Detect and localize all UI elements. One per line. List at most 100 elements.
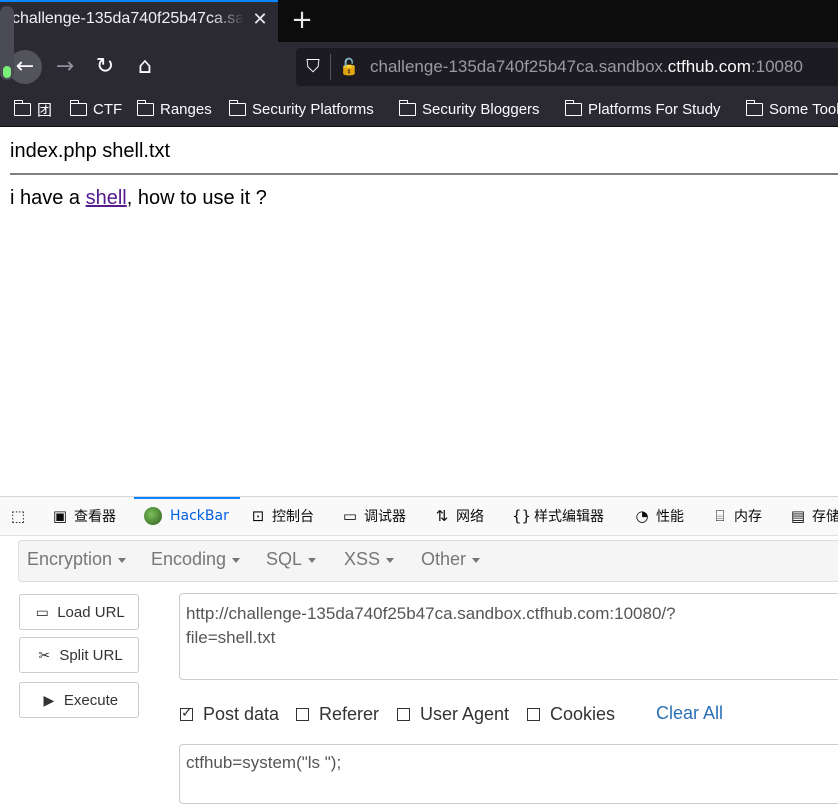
bookmark-folder-1[interactable]: 团 — [13, 99, 53, 119]
message-text-end: , how to use it ? — [126, 187, 267, 209]
url-prefix: challenge-135da740f25b47ca.sandbox. — [370, 57, 668, 76]
bookmark-folder-ctf[interactable]: CTF — [69, 99, 123, 119]
menu-label: Other — [421, 549, 467, 569]
execute-button[interactable]: ▶ Execute — [19, 682, 139, 718]
tab-performance[interactable]: ◔ 性能 — [634, 505, 684, 527]
tab-memory[interactable]: ⌸ 内存 — [712, 505, 762, 527]
cursor-picker-icon: ⬚ — [10, 507, 26, 525]
console-icon: ⊡ — [251, 507, 265, 525]
reload-button[interactable]: ↻ — [88, 50, 122, 84]
button-label: Execute — [63, 691, 119, 709]
element-picker-button[interactable]: ⬚ — [10, 505, 32, 527]
button-label: Split URL — [59, 646, 123, 664]
menu-encryption[interactable]: Encryption — [27, 549, 127, 570]
folder-icon — [564, 99, 582, 116]
tab-inspector[interactable]: ▣ 查看器 — [52, 505, 116, 527]
bookmark-folder-security-bloggers[interactable]: Security Bloggers — [398, 99, 540, 119]
clear-all-link[interactable]: Clear All — [656, 703, 723, 724]
bookmark-label: Platforms For Study — [588, 100, 721, 118]
new-tab-button[interactable]: + — [288, 5, 316, 35]
tab-style-editor[interactable]: {} 样式编辑器 — [512, 505, 604, 527]
tab-title-fade — [210, 6, 246, 34]
menu-label: SQL — [266, 549, 303, 569]
checkbox-icon — [296, 707, 309, 721]
folder-icon — [13, 99, 31, 116]
bookmark-folder-platforms-for-study[interactable]: Platforms For Study — [564, 99, 721, 119]
message-text: i have a — [10, 187, 86, 209]
url-text[interactable]: challenge-135da740f25b47ca.sandbox.ctfhu… — [370, 57, 803, 77]
menu-other[interactable]: Other — [421, 549, 481, 570]
bookmark-folder-some-tools[interactable]: Some Tools — [745, 99, 838, 119]
tab-label: 存储 — [812, 509, 838, 525]
urlbar-separator — [330, 54, 331, 80]
menu-encoding[interactable]: Encoding — [151, 549, 241, 570]
menu-sql[interactable]: SQL — [266, 549, 317, 570]
checkbox-label: Cookies — [550, 703, 616, 724]
gauge-icon: ◔ — [635, 507, 649, 525]
tab-title[interactable]: challenge-135da740f25b47ca.sandbox.ctfhu… — [12, 10, 242, 28]
insecure-connection-icon[interactable]: 🔓 — [338, 54, 360, 80]
tab-label: 调试器 — [364, 509, 406, 525]
checkbox-label: User Agent — [420, 703, 510, 724]
tab-console[interactable]: ⊡ 控制台 — [250, 505, 314, 527]
bookmark-label: CTF — [93, 100, 123, 118]
post-data-input[interactable]: ctfhub=system("ls "); — [179, 744, 838, 804]
caret-down-icon — [472, 557, 481, 563]
button-label: Load URL — [57, 603, 125, 621]
bookmark-label: Ranges — [160, 100, 212, 118]
home-button[interactable]: ⌂ — [128, 50, 162, 84]
bookmark-folder-ranges[interactable]: Ranges — [136, 99, 212, 119]
tab-label: 查看器 — [74, 509, 116, 525]
page-message: i have a shell, how to use it ? — [10, 187, 267, 210]
caret-down-icon — [118, 557, 127, 563]
menu-xss[interactable]: XSS — [344, 549, 395, 570]
tab-hackbar[interactable]: HackBar — [144, 505, 229, 527]
checkbox-label: Post data — [203, 703, 280, 724]
shell-link[interactable]: shell — [86, 187, 127, 209]
caret-down-icon — [308, 557, 317, 563]
sidebar-handle-indicator — [3, 66, 11, 78]
tab-label: 性能 — [656, 509, 684, 525]
tab-label: HackBar — [170, 508, 229, 524]
caret-down-icon — [386, 557, 395, 563]
caret-down-icon — [232, 557, 241, 563]
network-arrows-icon: ⇅ — [435, 507, 449, 525]
load-url-icon: ▭ — [35, 604, 49, 620]
active-tab-indicator — [134, 497, 240, 499]
tab-network[interactable]: ⇅ 网络 — [434, 505, 484, 527]
inspector-icon: ▣ — [52, 507, 68, 525]
folder-icon — [398, 99, 416, 116]
post-data-checkbox[interactable]: Post data — [180, 703, 279, 725]
tracking-protection-icon[interactable]: ⛉ — [302, 54, 324, 80]
checkbox-icon — [397, 707, 410, 721]
tab-debugger[interactable]: ▭ 调试器 — [342, 505, 406, 527]
url-input[interactable]: http://challenge-135da740f25b47ca.sandbo… — [179, 593, 838, 680]
checkbox-icon — [527, 707, 540, 721]
load-url-button[interactable]: ▭ Load URL — [19, 594, 139, 630]
menu-label: Encryption — [27, 549, 113, 569]
menu-label: Encoding — [151, 549, 227, 569]
bookmark-label: Security Bloggers — [422, 100, 540, 118]
close-tab-icon[interactable]: ✕ — [249, 8, 271, 32]
cookies-checkbox[interactable]: Cookies — [527, 703, 615, 725]
debugger-icon: ▭ — [342, 507, 358, 525]
scissors-icon: ✂ — [38, 647, 51, 663]
checkbox-checked-icon — [180, 704, 193, 721]
user-agent-checkbox[interactable]: User Agent — [397, 703, 509, 725]
bookmark-folder-security-platforms[interactable]: Security Platforms — [228, 99, 374, 119]
hackbar-logo-icon — [144, 507, 162, 525]
storage-icon: ▤ — [790, 507, 806, 525]
play-icon: ▶ — [43, 692, 55, 708]
forward-button[interactable]: → — [48, 50, 82, 84]
split-url-button[interactable]: ✂ Split URL — [19, 637, 139, 673]
folder-icon — [228, 99, 246, 116]
referer-checkbox[interactable]: Referer — [296, 703, 379, 725]
folder-icon — [745, 99, 763, 116]
page-heading: index.php shell.txt — [10, 140, 171, 162]
horizontal-rule — [10, 173, 838, 175]
menu-label: XSS — [344, 549, 381, 569]
braces-icon: {} — [512, 507, 532, 525]
tab-storage[interactable]: ▤ 存储 — [790, 505, 838, 527]
bookmark-label: 团 — [37, 101, 53, 119]
bookmark-label: Security Platforms — [252, 100, 374, 118]
